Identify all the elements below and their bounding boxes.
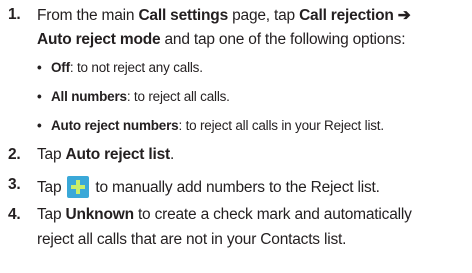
step-text: to manually add numbers to the Reject li… — [95, 179, 380, 196]
step-text: Tap — [37, 179, 62, 196]
step-text: From the main — [37, 7, 139, 24]
step-text: . — [169, 146, 175, 163]
menu-term: Auto reject mode — [37, 31, 161, 48]
plus-add-icon — [67, 176, 90, 198]
option-label: Auto reject numbers — [51, 118, 179, 133]
step-number: 1. — [8, 6, 21, 23]
step-number: 2. — [8, 146, 21, 163]
step-text: to create a check mark and automatically — [133, 206, 412, 223]
bullet-icon: • — [37, 89, 42, 104]
step-number: 4. — [8, 206, 21, 223]
step-text: Tap — [37, 206, 66, 223]
menu-term: Unknown — [65, 206, 135, 223]
option-description: : to reject all calls in your Reject lis… — [178, 118, 384, 133]
menu-term: Auto reject list — [65, 146, 171, 163]
instruction-document: 1. From the main Call settings page, tap… — [0, 0, 472, 273]
option-label: Off — [51, 60, 70, 75]
step-text: page, tap — [228, 7, 300, 24]
bullet-item-all-numbers: • All numbers: to reject all calls. — [37, 89, 230, 104]
option-description: : to not reject any calls. — [69, 60, 203, 75]
step-text: Tap — [37, 146, 66, 163]
option-description: : to reject all calls. — [126, 89, 230, 104]
menu-term: Call rejection — [299, 7, 394, 24]
step-number: 3. — [8, 176, 21, 193]
step-text: and tap one of the following options: — [160, 31, 406, 48]
menu-term: Call settings — [138, 7, 228, 24]
option-label: All numbers — [51, 89, 127, 104]
bullet-item-off: • Off: to not reject any calls. — [37, 60, 203, 75]
arrow-icon: ➔ — [393, 7, 411, 24]
bullet-item-auto-reject-numbers: • Auto reject numbers: to reject all call… — [37, 118, 384, 133]
bullet-icon: • — [37, 60, 42, 75]
step-text: reject all calls that are not in your Co… — [37, 231, 347, 248]
bullet-icon: • — [37, 118, 42, 133]
